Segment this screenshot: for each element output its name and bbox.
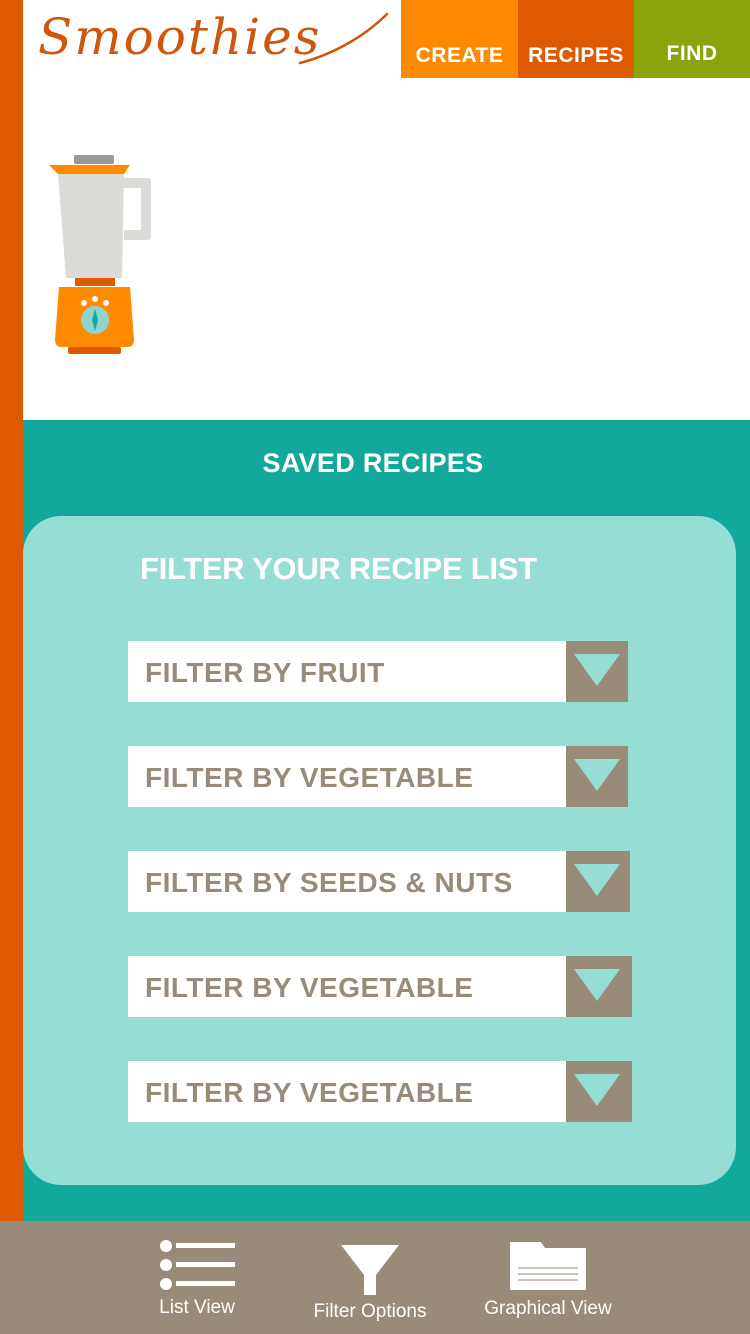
dropdown-label: FILTER BY VEGETABLE: [128, 956, 566, 1017]
tab-recipes[interactable]: RECIPES: [518, 0, 634, 78]
list-view-label: List View: [159, 1297, 235, 1318]
triangle-down-icon: [574, 864, 620, 896]
saved-recipes-title: SAVED RECIPES: [262, 448, 484, 478]
bottom-toolbar: List View Filter Options Graphical View: [0, 1221, 750, 1334]
list-view-button[interactable]: List View: [147, 1221, 247, 1334]
saved-recipes-section: SAVED RECIPES FILTER YOUR RECIPE LIST FI…: [23, 420, 750, 1221]
triangle-down-icon: [574, 969, 620, 1001]
filter-panel: FILTER YOUR RECIPE LIST FILTER BY FRUIT …: [23, 516, 736, 1185]
graphical-view-label: Graphical View: [484, 1298, 612, 1319]
dropdown-label: FILTER BY VEGETABLE: [128, 1061, 566, 1122]
filter-options-label: Filter Options: [313, 1301, 427, 1322]
graphical-view-button[interactable]: Graphical View: [478, 1221, 618, 1334]
filter-seeds-nuts-dropdown[interactable]: FILTER BY SEEDS & NUTS: [128, 851, 630, 912]
filter-options-button[interactable]: Filter Options: [300, 1221, 440, 1334]
filter-vegetable-dropdown[interactable]: FILTER BY VEGETABLE: [128, 746, 628, 807]
filter-title: FILTER YOUR RECIPE LIST: [140, 551, 537, 586]
dropdown-arrow[interactable]: [566, 1061, 632, 1122]
triangle-down-icon: [574, 1074, 620, 1106]
filter-vegetable-dropdown-2[interactable]: FILTER BY VEGETABLE: [128, 956, 632, 1017]
dropdown-arrow[interactable]: [566, 956, 632, 1017]
folder-icon: [510, 1242, 586, 1290]
tab-find[interactable]: FIND: [634, 0, 750, 78]
blender-icon: [49, 155, 151, 354]
dropdown-arrow[interactable]: [566, 746, 628, 807]
smoothies-logo: Smoothies: [38, 8, 393, 88]
left-accent-bar: [0, 0, 23, 1221]
dropdown-arrow[interactable]: [566, 851, 630, 912]
dropdown-label: FILTER BY FRUIT: [128, 641, 566, 702]
dropdown-arrow[interactable]: [566, 641, 628, 702]
logo-swash: [298, 12, 389, 65]
list-icon: [160, 1240, 235, 1290]
filter-fruit-dropdown[interactable]: FILTER BY FRUIT: [128, 641, 628, 702]
tab-create[interactable]: CREATE: [401, 0, 518, 78]
filter-vegetable-dropdown-3[interactable]: FILTER BY VEGETABLE: [128, 1061, 632, 1122]
triangle-down-icon: [574, 654, 620, 686]
funnel-icon: [341, 1245, 399, 1295]
triangle-down-icon: [574, 759, 620, 791]
dropdown-label: FILTER BY VEGETABLE: [128, 746, 566, 807]
dropdown-label: FILTER BY SEEDS & NUTS: [128, 851, 566, 912]
